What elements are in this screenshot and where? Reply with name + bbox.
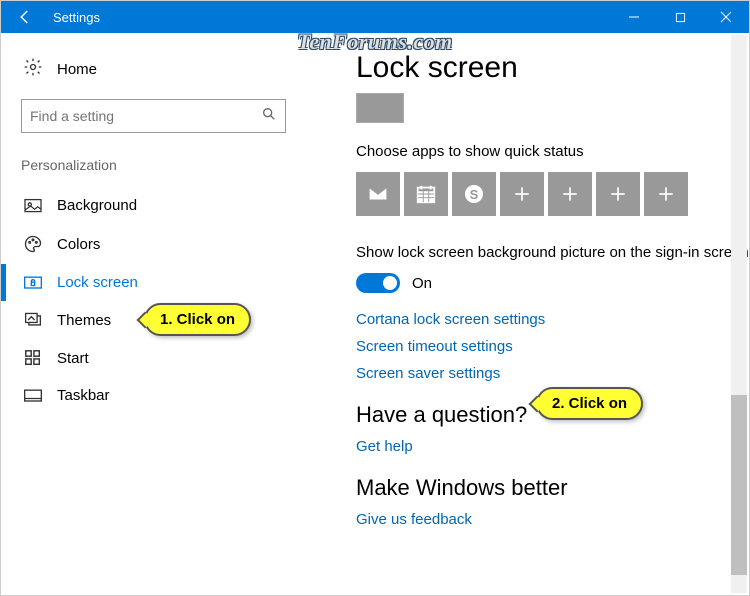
sidebar-item-label: Taskbar	[57, 387, 110, 404]
page-title: Lock screen	[356, 51, 749, 85]
toggle-row: On	[356, 273, 749, 293]
start-icon	[23, 349, 43, 367]
slot-empty-3[interactable]	[596, 172, 640, 216]
sidebar-item-label: Themes	[57, 312, 111, 329]
slot-empty-2[interactable]	[548, 172, 592, 216]
main-panel: Lock screen Choose apps to show quick st…	[306, 33, 749, 595]
window-title: Settings	[53, 10, 100, 25]
themes-icon	[23, 311, 43, 329]
link-screen-saver[interactable]: Screen saver settings	[356, 365, 749, 382]
maximize-button[interactable]	[657, 1, 703, 33]
slot-empty-4[interactable]	[644, 172, 688, 216]
quick-status-slots: S	[356, 172, 749, 216]
toggle-state: On	[412, 275, 432, 292]
detailed-status-slot[interactable]	[356, 93, 404, 123]
sidebar-item-label: Lock screen	[57, 274, 138, 291]
picture-icon	[23, 198, 43, 214]
slot-skype[interactable]: S	[452, 172, 496, 216]
annotation-1: 1. Click on	[144, 303, 251, 336]
sidebar-item-label: Start	[57, 350, 89, 367]
minimize-button[interactable]	[611, 1, 657, 33]
link-cortana[interactable]: Cortana lock screen settings	[356, 311, 749, 328]
home-label: Home	[57, 61, 97, 78]
scroll-thumb[interactable]	[731, 395, 747, 575]
bg-signin-label: Show lock screen background picture on t…	[356, 244, 749, 261]
palette-icon	[23, 234, 43, 254]
svg-text:S: S	[470, 187, 479, 202]
link-get-help[interactable]: Get help	[356, 438, 749, 455]
sidebar-item-start[interactable]: Start	[21, 339, 306, 377]
search-icon	[261, 106, 277, 127]
sidebar-item-label: Background	[57, 197, 137, 214]
scrollbar[interactable]	[731, 35, 747, 593]
close-button[interactable]	[703, 1, 749, 33]
taskbar-icon	[23, 388, 43, 404]
quick-status-label: Choose apps to show quick status	[356, 143, 749, 160]
back-button[interactable]	[1, 1, 49, 33]
better-heading: Make Windows better	[356, 475, 749, 501]
search-input[interactable]	[21, 99, 286, 133]
sidebar-item-background[interactable]: Background	[21, 187, 306, 224]
sidebar-item-label: Colors	[57, 236, 100, 253]
home-button[interactable]: Home	[21, 51, 306, 99]
link-feedback[interactable]: Give us feedback	[356, 511, 749, 528]
lock-screen-icon	[23, 275, 43, 291]
slot-mail[interactable]	[356, 172, 400, 216]
slot-empty-1[interactable]	[500, 172, 544, 216]
bg-signin-toggle[interactable]	[356, 273, 400, 293]
annotation-2: 2. Click on	[536, 387, 643, 420]
content: Home Personalization Background Colors L…	[1, 33, 749, 595]
sidebar-item-taskbar[interactable]: Taskbar	[21, 377, 306, 414]
sidebar-item-colors[interactable]: Colors	[21, 224, 306, 264]
search-field[interactable]	[30, 108, 261, 124]
link-timeout[interactable]: Screen timeout settings	[356, 338, 749, 355]
slot-calendar[interactable]	[404, 172, 448, 216]
gear-icon	[23, 57, 43, 81]
nav: Background Colors Lock screen Themes Sta…	[21, 187, 306, 414]
window-buttons	[611, 1, 749, 33]
section-label: Personalization	[21, 157, 306, 173]
titlebar: Settings	[1, 1, 749, 33]
sidebar-item-lock-screen[interactable]: Lock screen	[21, 264, 306, 301]
